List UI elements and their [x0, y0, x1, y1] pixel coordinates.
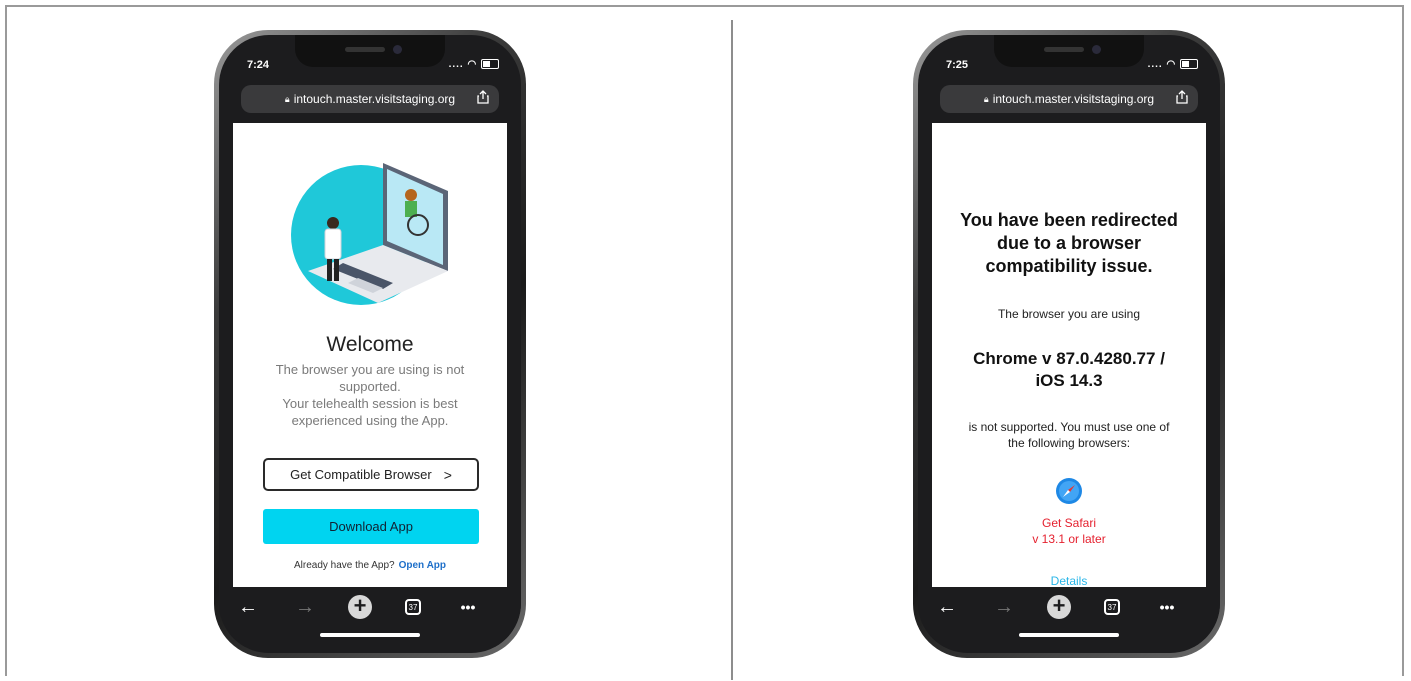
tab-switcher-button[interactable]: 37 [398, 595, 428, 619]
get-compatible-browser-button[interactable]: Get Compatible Browser > [263, 458, 479, 491]
web-content: Welcome The browser you are using is not… [233, 123, 507, 587]
home-indicator[interactable] [1019, 633, 1119, 637]
plus-icon: + [348, 595, 372, 619]
panel-divider [731, 20, 733, 680]
back-arrow-icon[interactable]: ← [233, 595, 263, 619]
phone-bezel: 7:25 .... ◠ 🔒︎ intouch.master.visitstagi… [918, 35, 1220, 653]
tab-switcher-button[interactable]: 37 [1097, 595, 1127, 619]
more-icon[interactable]: ••• [1152, 595, 1182, 619]
phone-notch [994, 35, 1144, 67]
more-icon[interactable]: ••• [453, 595, 483, 619]
details-link[interactable]: Details [932, 574, 1206, 587]
not-supported-text: is not supported. You must use one of th… [968, 420, 1170, 450]
share-icon[interactable] [1176, 90, 1188, 104]
plus-icon: + [1047, 595, 1071, 619]
battery-icon [1180, 59, 1198, 70]
compat-button-label: Get Compatible Browser [290, 467, 432, 482]
redirect-heading: You have been redirected due to a browse… [960, 210, 1178, 276]
open-app-link[interactable]: Open App [399, 560, 446, 571]
lock-icon: 🔒︎ [284, 93, 290, 104]
new-tab-button[interactable]: + [345, 595, 375, 619]
url-text: intouch.master.visitstaging.org [293, 92, 456, 106]
phone-right: 7:25 .... ◠ 🔒︎ intouch.master.visitstagi… [913, 30, 1225, 658]
forward-arrow-icon[interactable]: → [989, 595, 1019, 619]
web-content: You have been redirected due to a browse… [932, 123, 1206, 587]
browser-toolbar: ← → + 37 ••• [918, 587, 1220, 647]
lock-icon: 🔒︎ [983, 93, 989, 104]
address-bar[interactable]: 🔒︎ intouch.master.visitstaging.org [241, 85, 499, 113]
phone-notch [295, 35, 445, 67]
phone-left: 7:24 .... ◠ 🔒︎ intouch.master.visitstagi… [214, 30, 526, 658]
new-tab-button[interactable]: + [1044, 595, 1074, 619]
download-app-button[interactable]: Download App [263, 509, 479, 544]
wifi-icon: ◠ [467, 59, 478, 70]
already-have-app: Already have the App? Open App [293, 560, 447, 571]
unsupported-message: The browser you are using is not support… [275, 362, 465, 428]
forward-arrow-icon[interactable]: → [290, 595, 320, 619]
browser-version: Chrome v 87.0.4280.77 / iOS 14.3 [973, 349, 1165, 390]
welcome-heading: Welcome [326, 333, 414, 356]
phone-bezel: 7:24 .... ◠ 🔒︎ intouch.master.visitstagi… [219, 35, 521, 653]
status-icons: .... ◠ [1148, 59, 1198, 70]
doctor-telehealth-laptop-icon [291, 163, 448, 305]
home-indicator[interactable] [320, 633, 420, 637]
tab-count: 37 [405, 599, 421, 615]
address-bar[interactable]: 🔒︎ intouch.master.visitstaging.org [940, 85, 1198, 113]
browser-toolbar: ← → + 37 ••• [219, 587, 521, 647]
status-icons: .... ◠ [449, 59, 499, 70]
status-time: 7:25 [946, 59, 969, 71]
chevron-right-icon: > [443, 466, 452, 483]
safari-compass-icon[interactable] [1055, 477, 1083, 505]
url-text: intouch.master.visitstaging.org [992, 92, 1155, 106]
browser-using-text: The browser you are using [997, 307, 1141, 321]
get-safari-link[interactable]: Get Safari v 13.1 or later [932, 515, 1206, 547]
status-time: 7:24 [247, 59, 270, 71]
share-icon[interactable] [477, 90, 489, 104]
battery-icon [481, 59, 499, 70]
tab-count: 37 [1104, 599, 1120, 615]
back-arrow-icon[interactable]: ← [932, 595, 962, 619]
wifi-icon: ◠ [1166, 59, 1177, 70]
